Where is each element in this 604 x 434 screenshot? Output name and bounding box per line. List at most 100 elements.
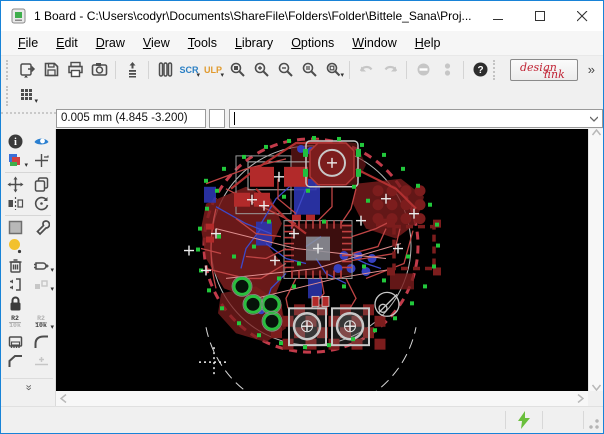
zoom-fit-button[interactable] — [225, 58, 249, 81]
rotate-tool[interactable] — [28, 194, 54, 213]
toolbar-separator — [463, 61, 464, 79]
menu-item-options[interactable]: Options — [282, 33, 343, 53]
zoom-out-button[interactable] — [273, 58, 297, 81]
horizontal-scrollbar[interactable] — [56, 391, 588, 406]
open-board-button[interactable] — [15, 58, 39, 81]
zoom-in-button[interactable] — [249, 58, 273, 81]
command-history-box[interactable] — [209, 109, 225, 128]
svg-text:i: i — [14, 137, 17, 148]
scroll-down-icon[interactable] — [592, 384, 601, 391]
change-tool[interactable] — [28, 218, 54, 237]
mirror-tool[interactable] — [2, 194, 28, 213]
grid-settings-button[interactable]: ▾ — [15, 84, 39, 107]
command-input[interactable] — [229, 109, 603, 128]
chevron-down-icon[interactable] — [590, 115, 598, 123]
mark-tool[interactable] — [28, 151, 54, 170]
chevron-down-icon: ▾ — [220, 73, 224, 79]
zoom-select-button[interactable]: ▾ — [321, 58, 345, 81]
close-button[interactable] — [561, 1, 603, 31]
redo-button[interactable] — [378, 58, 402, 81]
smash-tool[interactable] — [2, 332, 28, 351]
grid-toolbar: ▾ — [1, 83, 603, 108]
command-row: 0.005 mm (4.845 -3.200) — [1, 108, 603, 129]
toolbar-grip[interactable] — [6, 86, 11, 106]
svg-text:?: ? — [477, 65, 483, 76]
design-link-button[interactable]: design link — [510, 59, 578, 81]
minimize-button[interactable] — [477, 1, 519, 31]
ulp-button[interactable]: ULP ▾ — [201, 58, 225, 81]
zoom-redraw-icon — [301, 61, 318, 78]
maximize-button[interactable] — [519, 1, 561, 31]
info-tool[interactable]: i — [2, 132, 28, 151]
image-export-button[interactable] — [87, 58, 111, 81]
main-area: i ▾ — [1, 129, 603, 391]
save-button[interactable] — [39, 58, 63, 81]
columns-button[interactable] — [153, 58, 177, 81]
toolbar-overflow-button[interactable]: » — [584, 62, 599, 77]
stop-icon — [415, 61, 432, 78]
optimize-tool[interactable] — [28, 351, 54, 370]
menu-item-view[interactable]: View — [134, 33, 179, 53]
board-canvas[interactable] — [56, 129, 588, 391]
toolbar-grip[interactable] — [493, 60, 498, 80]
help-button[interactable]: ? — [468, 58, 492, 81]
stop-button[interactable] — [411, 58, 435, 81]
traffic-light-button[interactable] — [435, 58, 459, 81]
scr-button[interactable]: SCR ▾ — [177, 58, 201, 81]
split-tool[interactable] — [2, 351, 28, 370]
undo-button[interactable] — [354, 58, 378, 81]
trash-icon — [7, 257, 24, 274]
grid-settings-icon — [19, 87, 36, 104]
menu-item-draw[interactable]: Draw — [87, 33, 134, 53]
toolbar-grip[interactable] — [6, 60, 11, 80]
layer-stack-button[interactable] — [120, 58, 144, 81]
add-part-tool[interactable]: ▾ — [28, 256, 54, 275]
zoom-redraw-button[interactable] — [297, 58, 321, 81]
replace-tool[interactable]: ▾ — [28, 275, 54, 294]
pinswap-tool[interactable] — [2, 275, 28, 294]
tool-palette: i ▾ — [1, 129, 56, 391]
open-board-icon — [19, 61, 36, 78]
status-bar — [1, 406, 603, 433]
smash-icon — [7, 333, 24, 350]
menu-item-help[interactable]: Help — [406, 33, 450, 53]
status-lightning-icon[interactable] — [516, 411, 532, 429]
paste-tool[interactable] — [2, 237, 28, 256]
split-icon — [7, 352, 24, 369]
title-bar: 1 Board - C:\Users\codyr\Documents\Share… — [1, 1, 603, 31]
menu-item-tools[interactable]: Tools — [179, 33, 226, 53]
status-separator — [505, 411, 506, 429]
show-tool[interactable] — [28, 132, 54, 151]
ulp-label: ULP — [204, 65, 222, 75]
scroll-up-icon[interactable] — [592, 129, 601, 136]
more-tools-button[interactable]: » — [3, 378, 53, 391]
value-tool-bottom: 10k — [35, 322, 47, 329]
lock-tool[interactable] — [2, 294, 28, 313]
maximize-icon — [535, 11, 546, 22]
parameter-grip — [1, 112, 56, 129]
scroll-left-icon[interactable] — [60, 394, 67, 403]
move-tool[interactable] — [2, 175, 28, 194]
print-button[interactable] — [63, 58, 87, 81]
menu-item-library[interactable]: Library — [226, 33, 282, 53]
lock-icon — [7, 295, 24, 312]
display-layers-tool[interactable]: ▾ — [2, 151, 28, 170]
toolbar-separator — [148, 61, 149, 79]
menu-item-window[interactable]: Window — [343, 33, 405, 53]
app-icon — [10, 7, 28, 25]
scroll-right-icon[interactable] — [577, 394, 584, 403]
miter-icon — [33, 333, 50, 350]
name-tool[interactable]: R2 10k — [2, 313, 28, 332]
menu-item-file[interactable]: File — [9, 33, 47, 53]
minimize-icon — [493, 11, 504, 22]
delete-tool[interactable] — [2, 256, 28, 275]
vertical-scrollbar[interactable] — [588, 129, 603, 391]
copy-tool[interactable] — [28, 175, 54, 194]
toolbar-separator — [406, 61, 407, 79]
miter-tool[interactable] — [28, 332, 54, 351]
group-icon — [7, 219, 24, 236]
group-tool[interactable] — [2, 218, 28, 237]
menu-item-edit[interactable]: Edit — [47, 33, 87, 53]
value-tool[interactable]: R2 10k ▾ — [28, 313, 54, 332]
resize-grip[interactable] — [588, 418, 600, 430]
